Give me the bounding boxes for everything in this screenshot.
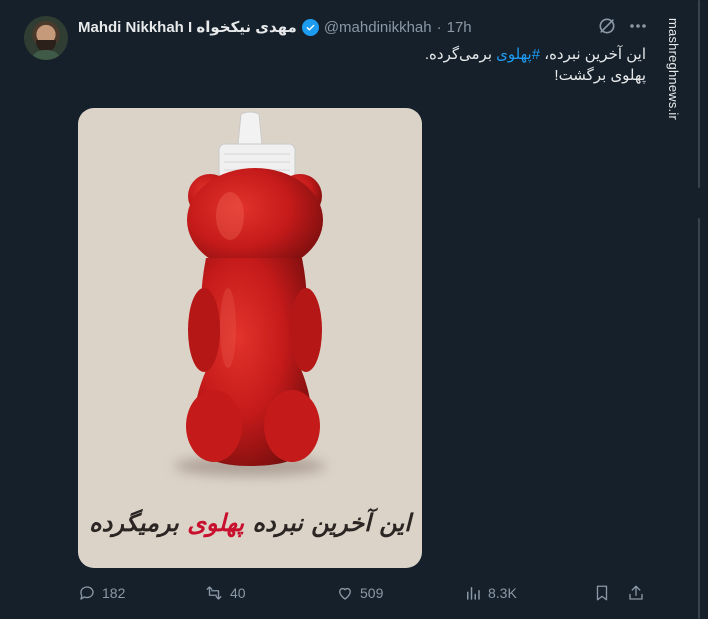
like-button[interactable]: 509	[336, 580, 383, 606]
reply-icon	[80, 586, 94, 600]
tweet-text-part: برمی‌گرده.	[424, 46, 497, 63]
tweet-media-image[interactable]: این آخرین نبرده پهلوی برمیگرده	[78, 108, 422, 568]
caption-part: این آخرین نبرده	[244, 508, 411, 537]
repost-count: 40	[230, 585, 246, 601]
views-icon	[467, 587, 480, 600]
verified-badge-icon	[301, 18, 319, 36]
repost-button[interactable]: 40	[204, 580, 246, 606]
like-icon	[339, 587, 351, 600]
handle[interactable]: @mahdinikkhah	[324, 19, 432, 36]
hashtag-link[interactable]: #پهلوی	[496, 46, 540, 63]
tweet-line-2: پهلوی برگشت!	[554, 67, 646, 84]
bookmark-button[interactable]	[593, 580, 611, 606]
tweet-text-part: این آخرین نبرده،	[540, 46, 646, 63]
tweet-header: Mahdi Nikkhah I مهدی نیکخواه @mahdinikkh…	[78, 16, 472, 38]
scroll-rail	[698, 0, 708, 619]
repost-icon	[206, 586, 222, 600]
like-count: 509	[360, 585, 384, 601]
bookmark-icon	[596, 585, 608, 601]
ketchup-bear-bottle	[186, 111, 323, 466]
share-icon	[629, 585, 643, 600]
views-button[interactable]: 8.3K	[464, 580, 517, 606]
display-name[interactable]: Mahdi Nikkhah I مهدی نیکخواه	[78, 18, 297, 36]
separator-dot: ·	[436, 18, 442, 36]
tweet-actions: 182 40 509 8.3K	[78, 580, 648, 606]
scrollbar-track-bottom[interactable]	[698, 218, 700, 619]
tweet-line-1: این آخرین نبرده، #پهلوی برمی‌گرده.	[78, 44, 646, 65]
watermark-site: mashreghnews.ir	[666, 18, 681, 120]
more-icon[interactable]	[628, 16, 648, 36]
reply-count: 182	[102, 585, 126, 601]
media-caption: این آخرین نبرده پهلوی برمیگرده	[78, 508, 422, 537]
share-button[interactable]	[627, 580, 645, 606]
watermark: mashreghnews.ir	[666, 18, 692, 128]
avatar-shirt	[30, 50, 62, 60]
tweet-text: این آخرین نبرده، #پهلوی برمی‌گرده. پهلوی…	[78, 44, 646, 86]
grok-icon[interactable]	[597, 16, 617, 36]
caption-part: برمیگرده	[89, 508, 188, 537]
scrollbar-track-top[interactable]	[698, 0, 700, 188]
views-count: 8.3K	[488, 585, 517, 601]
reply-button[interactable]: 182	[78, 580, 125, 606]
timestamp[interactable]: 17h	[447, 19, 472, 36]
avatar[interactable]	[24, 16, 68, 60]
caption-highlight: پهلوی	[187, 508, 245, 537]
